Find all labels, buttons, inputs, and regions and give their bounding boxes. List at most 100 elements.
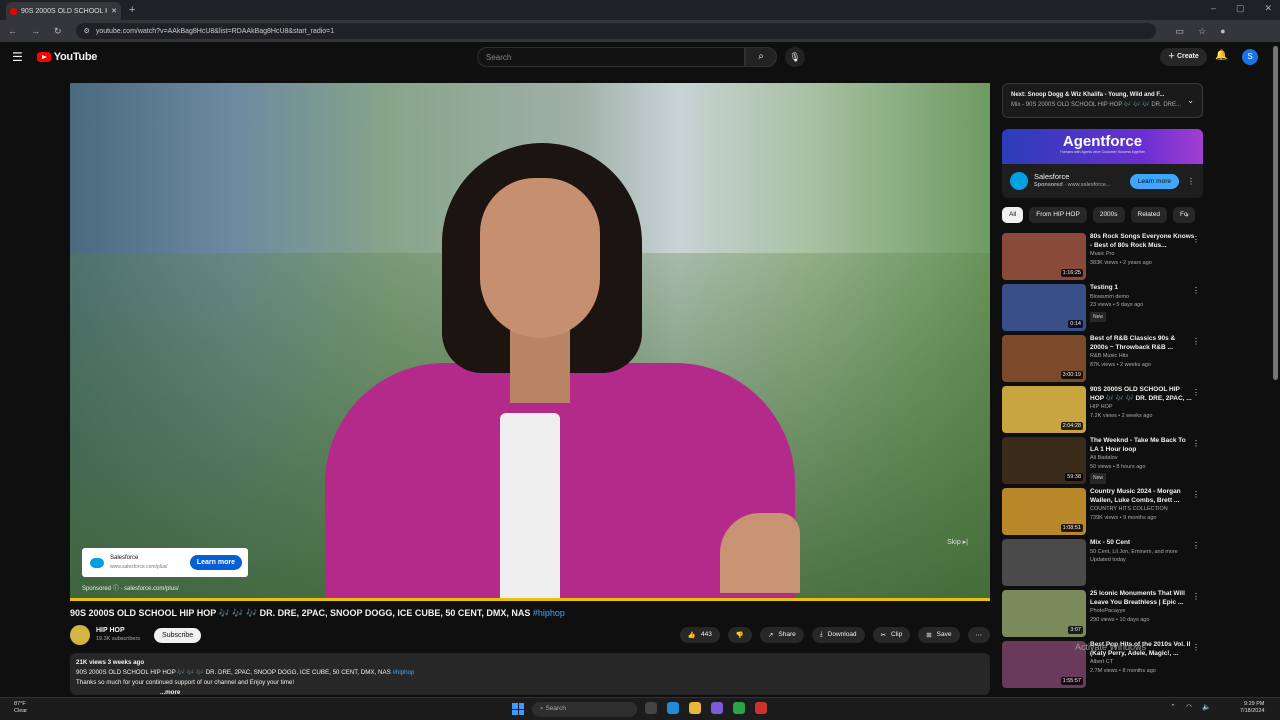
sidebar-ad-learn-more-button[interactable]: Learn more (1129, 173, 1179, 189)
rec-channel[interactable]: Music Pro (1090, 250, 1195, 259)
browser-tab[interactable]: 90S 2000S OLD SCHOOL H ✕ (6, 2, 121, 20)
file-explorer-icon[interactable] (689, 702, 701, 714)
page-scrollbar[interactable] (1273, 46, 1278, 380)
weather-widget[interactable]: 87°F Clear (14, 701, 27, 715)
more-options-icon[interactable]: ⋮ (1192, 541, 1200, 550)
recommendation-item[interactable]: 3:07 25 Iconic Monuments That Will Leave … (1002, 590, 1203, 641)
rec-title[interactable]: Mix - 50 Cent (1090, 539, 1195, 548)
description-box[interactable]: 21K views 3 weeks ago 90S 2000S OLD SCHO… (70, 653, 990, 696)
more-options-icon[interactable]: ⋮ (1192, 643, 1200, 652)
video-thumbnail[interactable]: 0:14 (1002, 284, 1086, 331)
rec-title[interactable]: 80s Rock Songs Everyone Knows - Best of … (1090, 233, 1195, 250)
cast-icon[interactable]: ▭ (1176, 26, 1185, 37)
video-thumbnail[interactable]: 3:00:19 (1002, 335, 1086, 382)
recommendation-item[interactable]: 0:14 Testing 1 Blowsmm demo 23 views • 5 da… (1002, 284, 1203, 335)
reload-icon[interactable]: ↻ (54, 26, 62, 37)
video-thumbnail[interactable] (1002, 539, 1086, 586)
rec-title[interactable]: Country Music 2024 - Morgan Wallen, Luke… (1090, 488, 1195, 505)
rec-channel[interactable]: 50 Cent, Lil Jon, Eminem, and more (1090, 548, 1195, 557)
recommendation-item[interactable]: 59:38 The Weeknd - Take Me Back To LA 1 H… (1002, 437, 1203, 488)
teams-icon[interactable] (711, 702, 723, 714)
video-thumbnail[interactable]: 1:16:25 (1002, 233, 1086, 280)
maximize-icon[interactable]: ▢ (1236, 3, 1245, 14)
video-thumbnail[interactable]: 2:04:28 (1002, 386, 1086, 433)
tab-close-icon[interactable]: ✕ (111, 7, 117, 15)
rec-channel[interactable]: COUNTRY HITS COLLECTION (1090, 505, 1195, 514)
url-field[interactable]: ⚙ youtube.com/watch?v=AAkBag8HcU8&list=R… (75, 23, 1156, 39)
task-view-icon[interactable] (645, 702, 657, 714)
close-window-icon[interactable]: ✕ (1264, 3, 1272, 14)
share-button[interactable]: ↗ Share (759, 627, 804, 643)
channel-name[interactable]: HIP HOP (96, 626, 140, 635)
taskbar-search[interactable]: ⌕ Search (532, 702, 637, 717)
chip-for-you[interactable]: Fo (1172, 207, 1195, 223)
create-button[interactable]: ＋ Create (1160, 48, 1207, 66)
rec-channel[interactable]: HIP HOP (1090, 403, 1195, 412)
new-tab-button[interactable]: + (129, 4, 135, 16)
dislike-button[interactable]: 👎 (727, 627, 752, 643)
rec-title[interactable]: The Weeknd - Take Me Back To LA 1 Hour l… (1090, 437, 1195, 454)
windows-start-icon[interactable] (512, 703, 524, 715)
notifications-bell-icon[interactable]: 🔔 (1215, 50, 1227, 61)
chevron-down-icon[interactable]: ⌄ (1187, 96, 1194, 106)
more-options-icon[interactable]: ⋮ (1192, 388, 1200, 397)
forward-icon[interactable]: → (31, 26, 40, 37)
download-button[interactable]: ⤓ Download (811, 627, 865, 643)
more-options-icon[interactable]: ⋮ (1192, 235, 1200, 244)
rec-title[interactable]: 90S 2000S OLD SCHOOL HIP HOP 🎶 🎶 🎶 DR. D… (1090, 386, 1195, 403)
recommendation-item[interactable]: Mix - 50 Cent 50 Cent, Lil Jon, Eminem, a… (1002, 539, 1203, 590)
more-options-icon[interactable]: ⋮ (1192, 286, 1200, 295)
microphone-icon[interactable]: 🎙 (785, 47, 805, 67)
volume-icon[interactable]: 🔈 (1202, 703, 1211, 711)
video-player[interactable]: Skip ▸| Salesforce www.salesforce.com/pl… (70, 83, 990, 601)
recommendation-item[interactable]: 1:08:51 Country Music 2024 - Morgan Walle… (1002, 488, 1203, 539)
youtube-logo[interactable]: YouTube (36, 51, 97, 63)
bookmark-star-icon[interactable]: ☆ (1198, 26, 1206, 37)
chrome-profile-icon[interactable] (755, 702, 767, 714)
description-hashtag[interactable]: #hiphop (392, 669, 414, 676)
taskbar-clock[interactable]: 9:29 PM 7/18/2024 (1240, 701, 1264, 715)
rec-title[interactable]: 25 Iconic Monuments That Will Leave You … (1090, 590, 1195, 607)
video-hashtag[interactable]: #hiphop (533, 608, 565, 618)
recommendation-item[interactable]: 1:16:25 80s Rock Songs Everyone Knows - B… (1002, 233, 1203, 284)
back-icon[interactable]: ← (8, 26, 17, 37)
video-thumbnail[interactable]: 3:07 (1002, 590, 1086, 637)
chip-from-hip-hop[interactable]: From HIP HOP (1029, 207, 1087, 223)
video-thumbnail[interactable]: 1:55:57 (1002, 641, 1086, 688)
ad-overlay-card[interactable]: Salesforce www.salesforce.com/plus/ Lear… (82, 548, 248, 577)
avatar[interactable]: S (1242, 49, 1258, 65)
recommendation-item[interactable]: 2:04:28 90S 2000S OLD SCHOOL HIP HOP 🎶 🎶 … (1002, 386, 1203, 437)
up-next-panel[interactable]: Next: Snoop Dogg & Wiz Khalifa - Young, … (1002, 83, 1203, 118)
rec-channel[interactable]: Blowsmm demo (1090, 293, 1195, 302)
chevron-right-icon[interactable]: › (1186, 210, 1189, 219)
more-options-icon[interactable]: ⋮ (1192, 439, 1200, 448)
rec-channel[interactable]: PhotoPacayye (1090, 607, 1195, 616)
more-actions-icon[interactable]: ⋯ (967, 627, 990, 643)
more-options-icon[interactable]: ⋮ (1192, 592, 1200, 601)
minimize-icon[interactable]: – (1211, 3, 1216, 14)
rec-channel[interactable]: R&B Music Hits (1090, 352, 1195, 361)
skip-ad-button[interactable]: Skip ▸| (947, 538, 968, 546)
recommendation-item[interactable]: 3:00:19 Best of R&B Classics 90s & 2000s … (1002, 335, 1203, 386)
ad-sponsored-url[interactable]: salesforce.com/plus/ (124, 586, 179, 592)
save-button[interactable]: ⊞ Save (918, 627, 960, 643)
video-thumbnail[interactable]: 1:08:51 (1002, 488, 1086, 535)
site-info-icon[interactable]: ⚙ (84, 27, 90, 35)
video-thumbnail[interactable]: 59:38 (1002, 437, 1086, 484)
rec-title[interactable]: Best of R&B Classics 90s & 2000s ~ Throw… (1090, 335, 1195, 352)
clip-button[interactable]: ✂ Clip (872, 627, 911, 643)
more-options-icon[interactable]: ⋮ (1192, 490, 1200, 499)
like-button[interactable]: 👍 443 (679, 627, 720, 643)
channel-avatar[interactable] (70, 625, 90, 645)
rec-channel[interactable]: Albert CT (1090, 658, 1195, 667)
chip-related[interactable]: Related (1130, 207, 1167, 223)
ad-progress-bar[interactable] (70, 598, 990, 601)
tray-expand-icon[interactable]: ⌃ (1170, 703, 1176, 711)
edge-icon[interactable] (667, 702, 679, 714)
chip-all[interactable]: All (1002, 207, 1024, 223)
sidebar-ad-banner[interactable]: Agentforce Humans with Agents drive Cust… (1002, 129, 1203, 164)
ad-learn-more-button[interactable]: Learn more (189, 555, 242, 570)
wifi-icon[interactable]: ◠ (1186, 703, 1192, 711)
more-options-icon[interactable]: ⋮ (1187, 177, 1195, 186)
chip-2000s[interactable]: 2000s (1092, 207, 1125, 223)
